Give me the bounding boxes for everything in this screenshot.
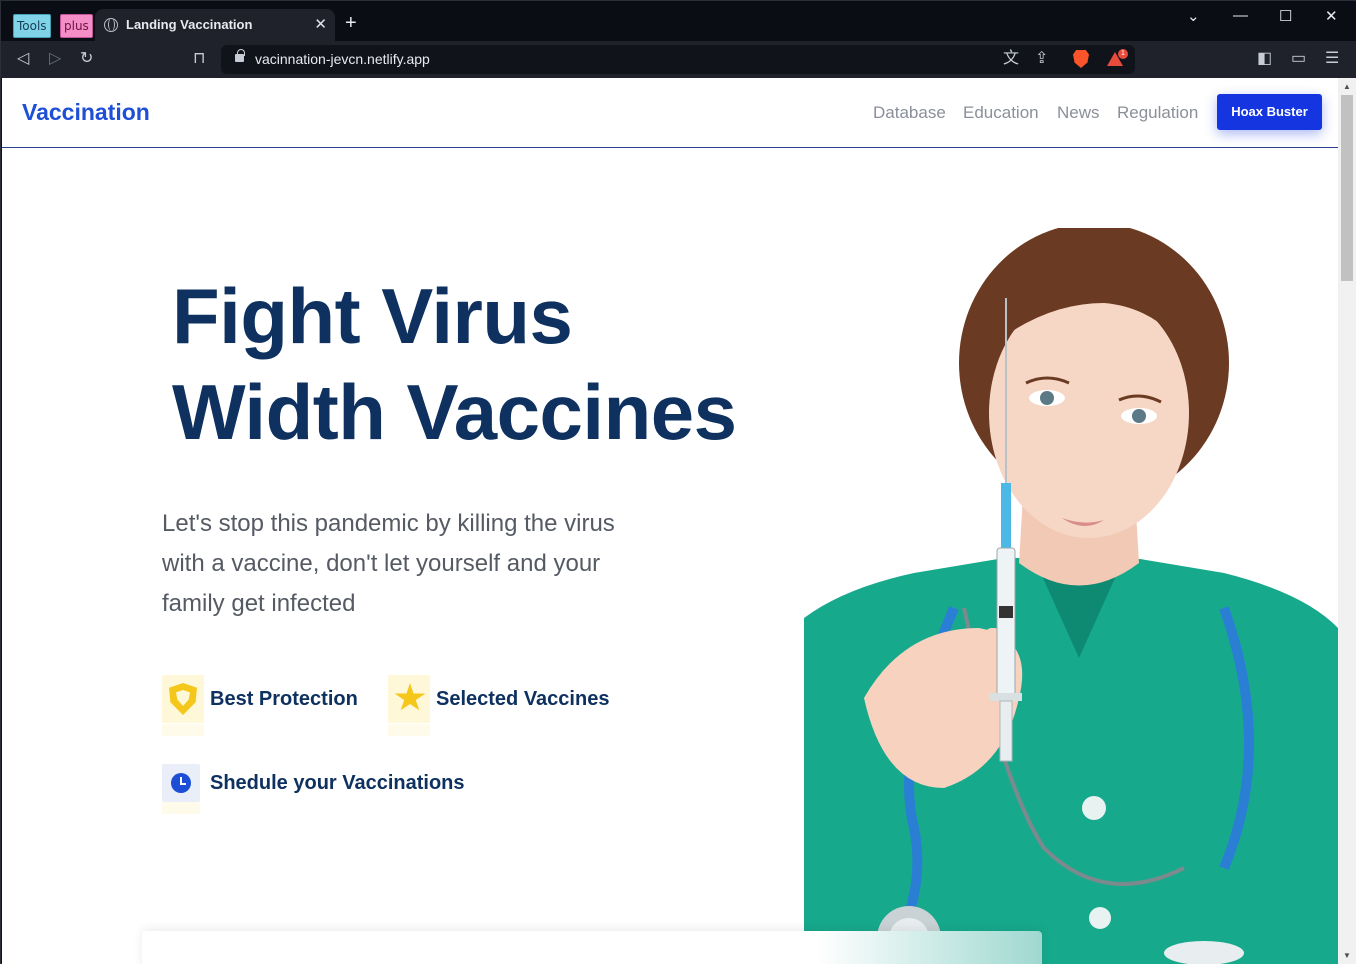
brave-shield-icon[interactable] — [1073, 50, 1089, 68]
page-viewport: Vaccination Database Education News Regu… — [2, 78, 1338, 964]
menu-icon[interactable]: ☰ — [1325, 50, 1339, 68]
translate-icon[interactable]: 文 — [1003, 50, 1019, 68]
hero-title-line: Fight Virus — [172, 272, 573, 360]
feature-icon-box — [162, 764, 200, 802]
scrollbar-thumb[interactable] — [1341, 95, 1353, 281]
maximize-button[interactable]: ☐ — [1279, 7, 1292, 25]
browser-toolbar: ◁ ▷ ↻ ⊓ vacinnation-jevcn.netlify.app 文 … — [1, 41, 1356, 78]
feature-icon-shadow — [162, 724, 204, 736]
hero-subtitle-line: Let's stop this pandemic by killing the … — [162, 510, 615, 537]
url-text[interactable]: vacinnation-jevcn.netlify.app — [255, 51, 430, 67]
feature-icon-box — [162, 675, 204, 723]
feature-schedule-vaccinations: Shedule your Vaccinations — [162, 764, 465, 802]
feature-label: Best Protection — [210, 687, 358, 710]
pinned-tab-tools[interactable]: Tools — [13, 14, 51, 38]
feature-icon-shadow — [162, 802, 200, 814]
clock-icon — [171, 773, 191, 793]
hero-title: Fight Virus Width Vaccines — [172, 268, 737, 460]
tab-strip: Tools plus Landing Vaccination ✕ + ⌄ — ☐… — [1, 1, 1356, 41]
close-tab-icon[interactable]: ✕ — [314, 15, 327, 33]
sidebar-toggle-icon[interactable]: ◧ — [1257, 50, 1272, 68]
feature-selected-vaccines: Selected Vaccines — [388, 675, 609, 723]
hero-subtitle: Let's stop this pandemic by killing the … — [162, 504, 652, 624]
feature-best-protection: Best Protection — [162, 675, 358, 723]
site-brand[interactable]: Vaccination — [22, 99, 150, 126]
page-scrollbar[interactable]: ▲ ▼ — [1338, 78, 1356, 964]
feature-label: Selected Vaccines — [436, 687, 610, 710]
globe-icon — [104, 18, 118, 32]
minimize-button[interactable]: — — [1233, 7, 1248, 24]
window-close-button[interactable]: ✕ — [1325, 7, 1338, 25]
feature-icon-shadow — [388, 724, 430, 736]
hero-subtitle-line: family get infected — [162, 590, 356, 617]
share-icon[interactable]: ⇪ — [1035, 50, 1048, 68]
site-navbar: Vaccination Database Education News Regu… — [2, 78, 1338, 148]
hero-subtitle-line: with a vaccine, don't let yourself and y… — [162, 550, 601, 577]
lock-icon[interactable] — [235, 49, 245, 62]
hero-title-line: Width Vaccines — [172, 368, 737, 456]
reload-icon[interactable]: ↻ — [80, 50, 93, 68]
nav-link-news[interactable]: News — [1057, 103, 1100, 123]
nav-link-education[interactable]: Education — [963, 103, 1039, 123]
star-icon — [394, 683, 426, 711]
nav-link-database[interactable]: Database — [873, 103, 946, 123]
rewards-badge: 1 — [1118, 49, 1128, 59]
scroll-down-icon[interactable]: ▼ — [1343, 951, 1351, 960]
pinned-tab-plus[interactable]: plus — [60, 14, 93, 38]
hoax-buster-button[interactable]: Hoax Buster — [1217, 94, 1322, 130]
address-bar[interactable]: vacinnation-jevcn.netlify.app 文 ⇪ 1 — [221, 45, 1135, 74]
browser-window: Tools plus Landing Vaccination ✕ + ⌄ — ☐… — [0, 0, 1356, 964]
shield-icon — [169, 683, 197, 715]
feature-icon-box — [388, 675, 430, 723]
scroll-up-icon[interactable]: ▲ — [1343, 82, 1351, 91]
new-tab-button[interactable]: + — [345, 13, 357, 33]
active-tab[interactable]: Landing Vaccination ✕ — [95, 9, 335, 41]
bottom-info-card — [142, 931, 1042, 964]
bookmark-icon[interactable]: ⊓ — [193, 50, 205, 68]
forward-icon[interactable]: ▷ — [49, 50, 61, 68]
tab-title: Landing Vaccination — [126, 17, 253, 32]
back-icon[interactable]: ◁ — [17, 50, 29, 68]
nurse-with-syringe-image — [804, 228, 1338, 964]
tab-search-chevron-icon[interactable]: ⌄ — [1187, 7, 1200, 25]
feature-label: Shedule your Vaccinations — [210, 771, 465, 794]
nav-link-regulation[interactable]: Regulation — [1117, 103, 1198, 123]
wallet-icon[interactable]: ▭ — [1291, 50, 1306, 68]
